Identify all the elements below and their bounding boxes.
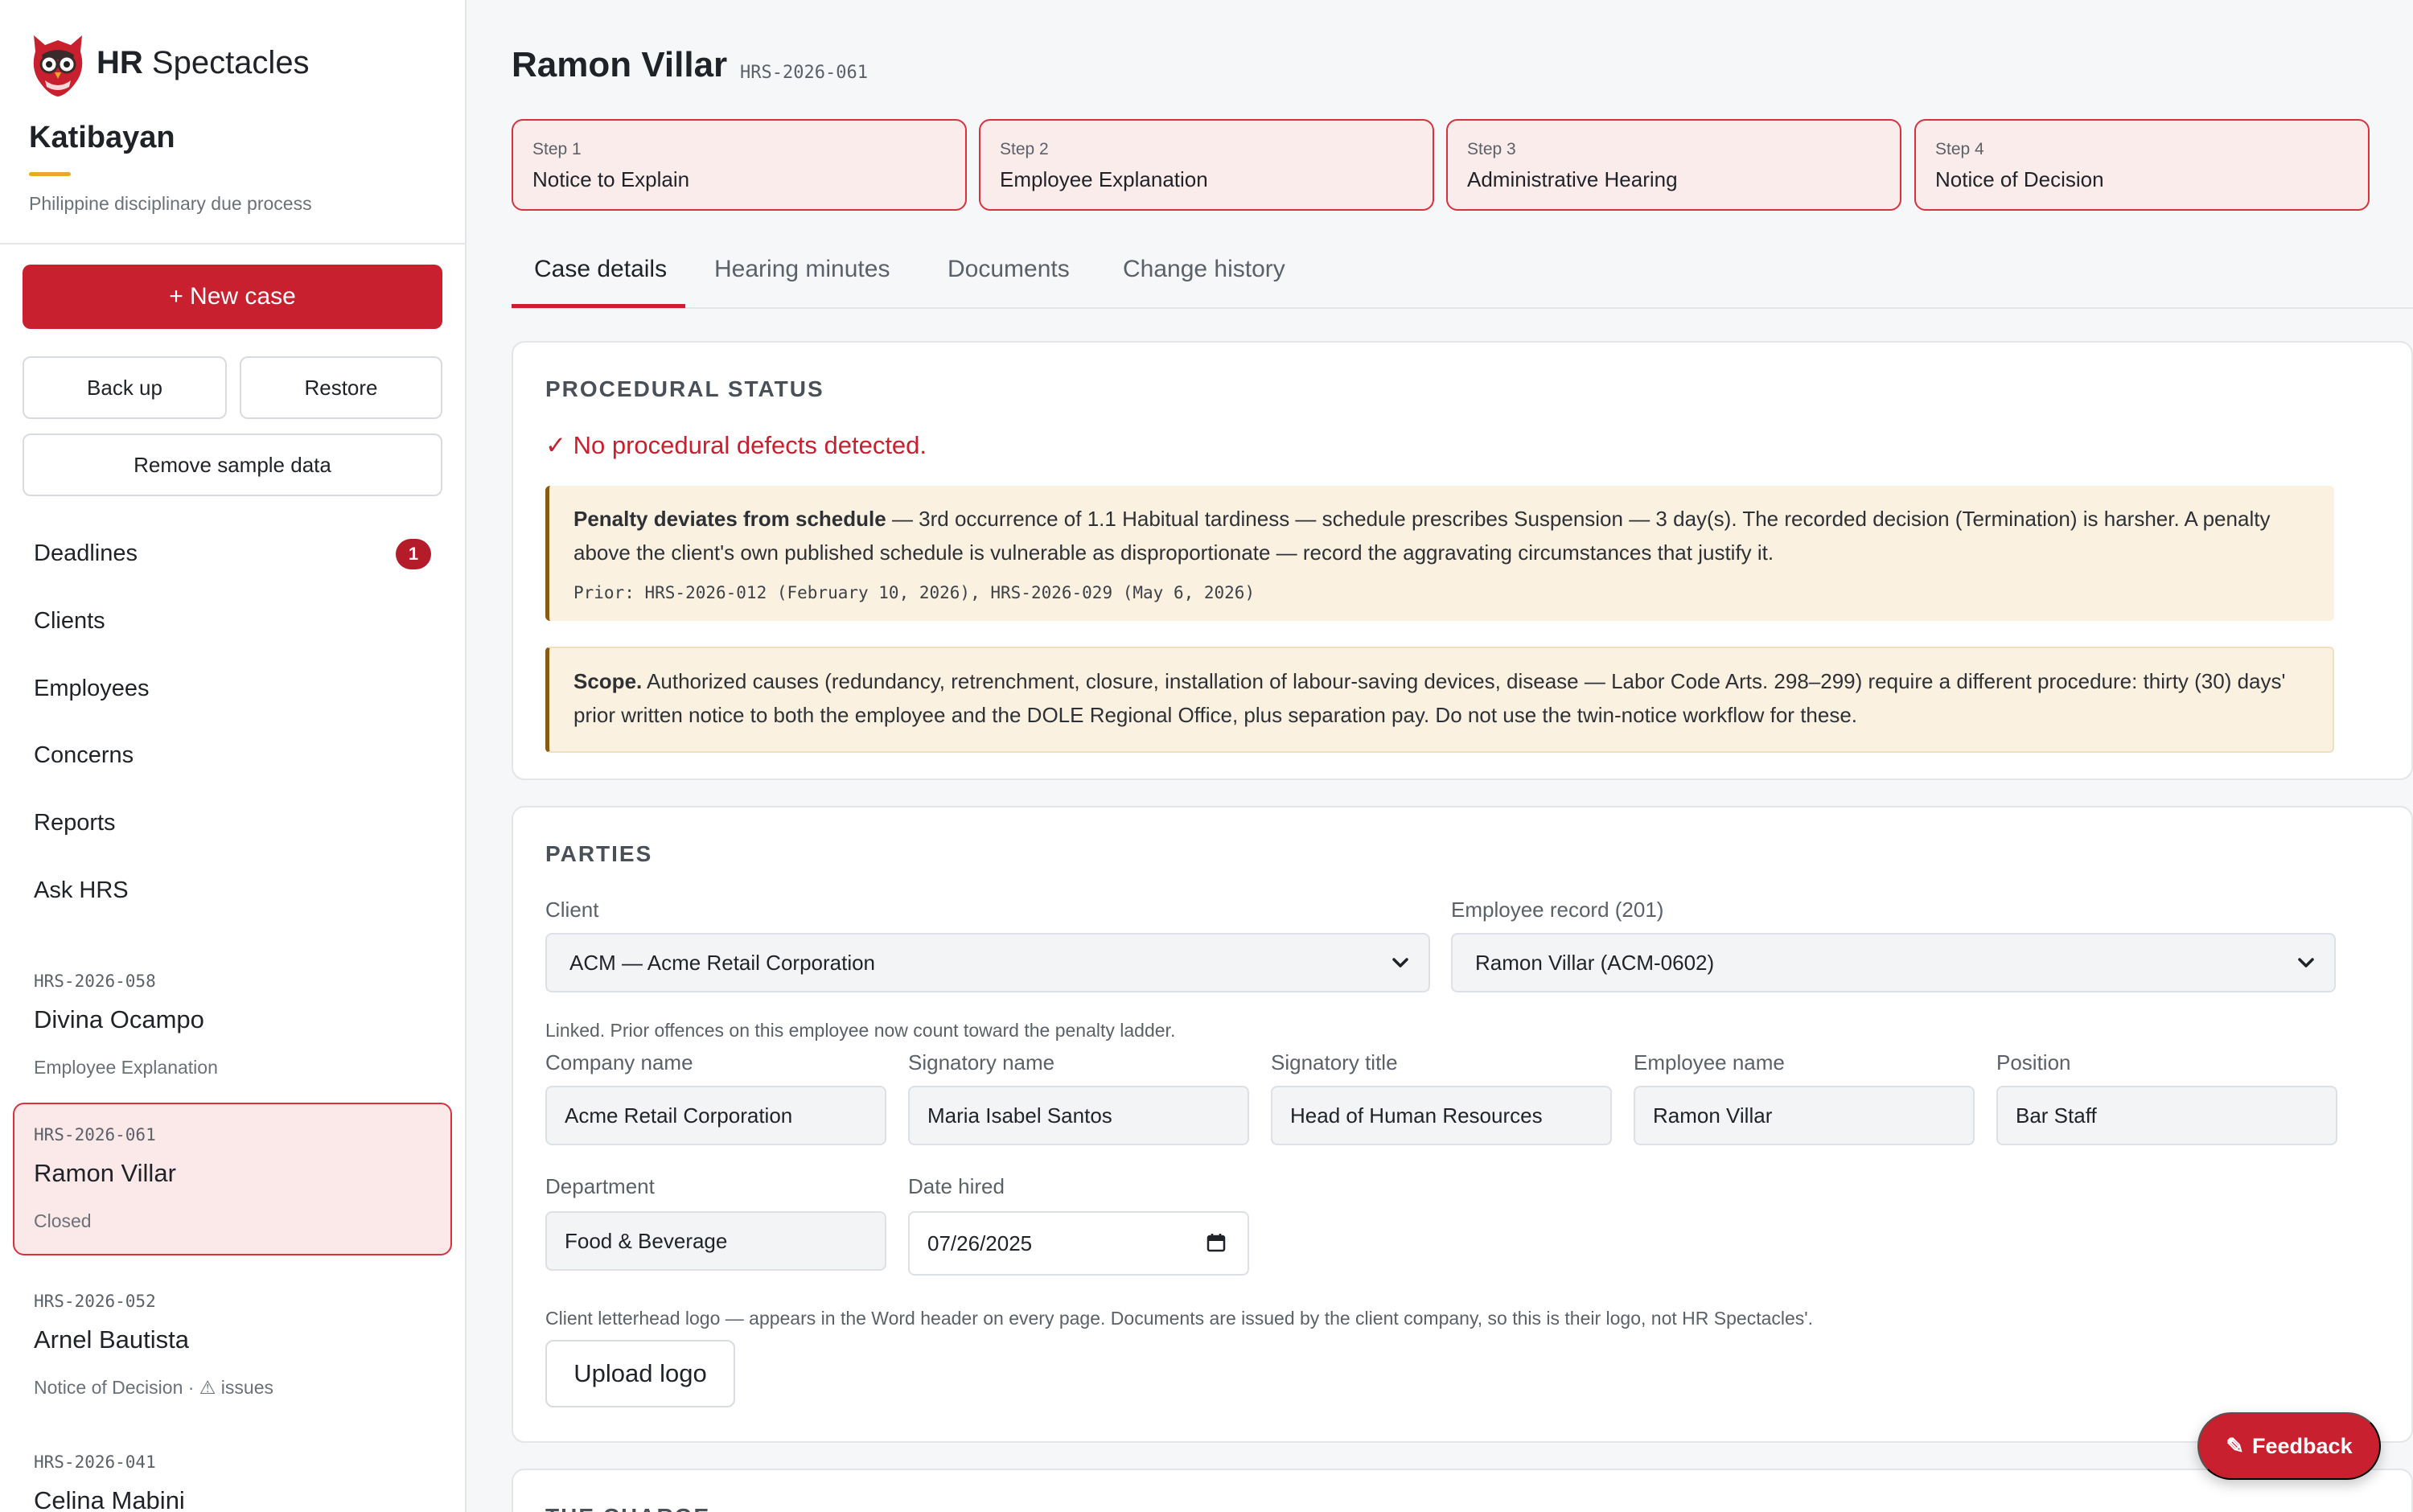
department-field[interactable]: Food & Beverage (545, 1211, 886, 1271)
step-label: Administrative Hearing (1467, 167, 1678, 191)
scope-text: Scope. Authorized causes (redundancy, re… (573, 669, 2286, 727)
feedback-label: Feedback (2252, 1433, 2353, 1458)
case-code: HRS-2026-041 (34, 1452, 156, 1472)
chevron-down-icon (1392, 958, 1408, 968)
step-number: Step 2 (1000, 140, 1049, 158)
penalty-deviation-text: Penalty deviates from schedule — 3rd occ… (573, 507, 2271, 565)
tab-hearing-minutes[interactable]: Hearing minutes (714, 256, 890, 283)
date-hired-label: Date hired (908, 1174, 1005, 1198)
step-notice-to-explain[interactable]: Step 1 Notice to Explain (512, 119, 967, 211)
panel-title: PARTIES (545, 841, 653, 866)
main-content: Ramon Villar HRS-2026-061 Step 1 Notice … (467, 0, 2413, 1512)
step-number: Step 4 (1935, 140, 1984, 158)
client-select-value: ACM — Acme Retail Corporation (569, 950, 876, 975)
employee-record-select[interactable]: Ramon Villar (ACM-0602) (1451, 933, 2336, 992)
app-name-underline (29, 172, 71, 176)
company-name-label: Company name (545, 1050, 693, 1074)
parties-panel: PARTIES Client ACM — Acme Retail Corpora… (512, 806, 2413, 1443)
new-case-button[interactable]: + New case (23, 265, 442, 329)
signatory-title-field[interactable]: Head of Human Resources (1271, 1086, 1612, 1145)
department-label: Department (545, 1174, 655, 1198)
date-hired-value: 07/26/2025 (927, 1231, 1033, 1255)
case-list-item[interactable]: HRS-2026-041 Celina Mabini (13, 1432, 452, 1512)
tabs-divider (512, 307, 2413, 309)
no-defects-message: ✓ No procedural defects detected. (545, 431, 927, 459)
tab-documents[interactable]: Documents (948, 256, 1070, 283)
nav-deadlines[interactable]: Deadlines (34, 540, 138, 567)
date-hired-field[interactable]: 07/26/2025 (908, 1211, 1249, 1276)
nav-reports[interactable]: Reports (34, 810, 116, 836)
panel-title: THE CHARGE (545, 1504, 710, 1512)
nav-ask-hrs[interactable]: Ask HRS (34, 877, 129, 904)
tab-change-history[interactable]: Change history (1123, 256, 1285, 283)
case-code: HRS-2026-061 (34, 1125, 156, 1144)
restore-button[interactable]: Restore (240, 356, 442, 419)
employee-record-label: Employee record (201) (1451, 898, 1664, 922)
pencil-icon: ✎ (2226, 1433, 2245, 1458)
page-title: Ramon Villar (512, 45, 728, 84)
tab-case-details[interactable]: Case details (534, 256, 667, 283)
step-label: Employee Explanation (1000, 167, 1208, 191)
step-number: Step 3 (1467, 140, 1516, 158)
upload-logo-button[interactable]: Upload logo (545, 1340, 735, 1407)
brand[interactable]: HR Spectacles (27, 27, 310, 98)
deadlines-count-badge: 1 (396, 539, 431, 569)
sidebar-divider (0, 243, 465, 244)
employee-record-select-value: Ramon Villar (ACM-0602) (1475, 950, 1715, 975)
position-label: Position (1996, 1050, 2071, 1074)
logo-note: Client letterhead logo — appears in the … (545, 1308, 1814, 1329)
charge-panel: THE CHARGE (512, 1469, 2413, 1512)
step-employee-explanation[interactable]: Step 2 Employee Explanation (979, 119, 1434, 211)
step-notice-of-decision[interactable]: Step 4 Notice of Decision (1914, 119, 2370, 211)
feedback-button[interactable]: ✎ Feedback (2197, 1412, 2381, 1480)
scope-callout: Scope. Authorized causes (redundancy, re… (545, 647, 2334, 753)
chevron-down-icon (2298, 958, 2314, 968)
calendar-icon[interactable] (1206, 1232, 1227, 1253)
linked-note: Linked. Prior offences on this employee … (545, 1020, 1176, 1041)
signatory-title-label: Signatory title (1271, 1050, 1398, 1074)
case-list-item[interactable]: HRS-2026-052 Arnel Bautista Notice of De… (13, 1271, 452, 1424)
company-name-field[interactable]: Acme Retail Corporation (545, 1086, 886, 1145)
case-code: HRS-2026-058 (34, 972, 156, 991)
owl-logo-icon (33, 35, 83, 97)
nav-employees[interactable]: Employees (34, 676, 149, 702)
backup-button[interactable]: Back up (23, 356, 227, 419)
active-tab-indicator (512, 304, 685, 308)
case-name: Arnel Bautista (34, 1325, 189, 1354)
panel-title: PROCEDURAL STATUS (545, 376, 824, 401)
sidebar: HR Spectacles Katibayan Philippine disci… (0, 0, 467, 1512)
step-label: Notice to Explain (532, 167, 690, 191)
case-name: Ramon Villar (34, 1159, 176, 1187)
procedural-status-panel: PROCEDURAL STATUS ✓ No procedural defect… (512, 341, 2413, 780)
remove-sample-data-button[interactable]: Remove sample data (23, 433, 442, 496)
client-label: Client (545, 898, 599, 922)
signatory-name-field[interactable]: Maria Isabel Santos (908, 1086, 1249, 1145)
case-status: Notice of Decision · ⚠ issues (34, 1377, 274, 1398)
step-label: Notice of Decision (1935, 167, 2104, 191)
step-number: Step 1 (532, 140, 582, 158)
case-status: Closed (34, 1210, 92, 1231)
signatory-name-label: Signatory name (908, 1050, 1055, 1074)
employee-name-field[interactable]: Ramon Villar (1634, 1086, 1975, 1145)
case-code: HRS-2026-052 (34, 1292, 156, 1311)
case-code-label: HRS-2026-061 (740, 63, 868, 83)
brand-name: HR Spectacles (97, 44, 310, 80)
position-field[interactable]: Bar Staff (1996, 1086, 2337, 1145)
prior-cases-text: Prior: HRS-2026-012 (February 10, 2026),… (573, 583, 1256, 602)
employee-name-label: Employee name (1634, 1050, 1785, 1074)
client-select[interactable]: ACM — Acme Retail Corporation (545, 933, 1430, 992)
app-name: Katibayan (29, 121, 175, 154)
case-name: Celina Mabini (34, 1486, 185, 1512)
case-status: Employee Explanation (34, 1057, 218, 1078)
case-list-item[interactable]: HRS-2026-058 Divina Ocampo Employee Expl… (13, 951, 452, 1103)
nav-clients[interactable]: Clients (34, 608, 105, 635)
step-administrative-hearing[interactable]: Step 3 Administrative Hearing (1446, 119, 1901, 211)
case-name: Divina Ocampo (34, 1005, 204, 1033)
app-subtitle: Philippine disciplinary due process (29, 193, 312, 214)
case-list-item-selected[interactable]: HRS-2026-061 Ramon Villar Closed (13, 1103, 452, 1255)
penalty-deviation-callout: Penalty deviates from schedule — 3rd occ… (545, 486, 2334, 621)
nav-concerns[interactable]: Concerns (34, 742, 134, 769)
